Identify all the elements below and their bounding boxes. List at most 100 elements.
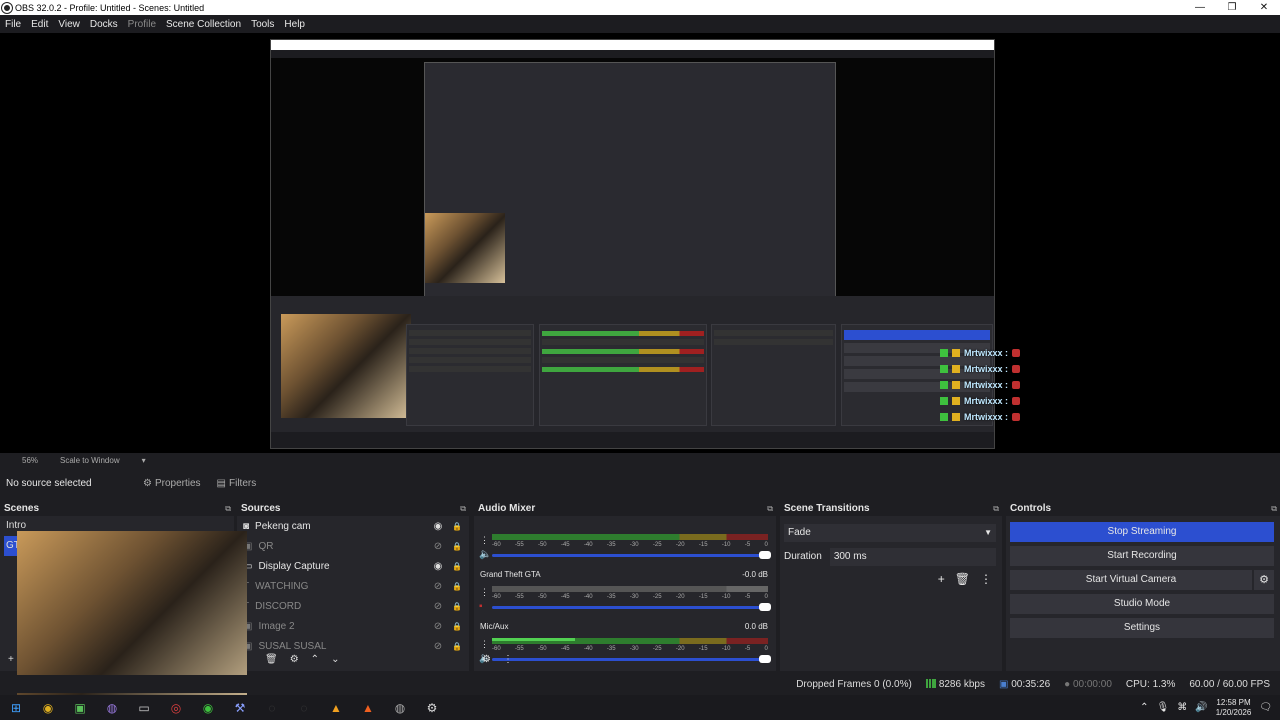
add-scene-icon[interactable]: + [8, 654, 14, 665]
app-icon[interactable]: ◌ [288, 695, 320, 720]
menu-profile[interactable]: Profile [123, 19, 161, 30]
brave-icon[interactable]: ▲ [352, 695, 384, 720]
remove-transition-icon[interactable]: 🗑 [955, 572, 970, 586]
source-item[interactable]: ◙ Pekeng cam ◉ 🔒 [237, 516, 469, 536]
source-item[interactable]: ▣ QR ⊘ 🔒 [237, 536, 469, 556]
menu-scene-collection[interactable]: Scene Collection [161, 19, 246, 30]
lock-icon[interactable]: 🔒 [450, 622, 464, 631]
source-item[interactable]: TWATCHING⊘🔒 [237, 576, 469, 596]
dropped-frames: Dropped Frames 0 (0.0%) [796, 678, 912, 690]
app-icon[interactable]: ◌ [256, 695, 288, 720]
menu-file[interactable]: File [0, 19, 26, 30]
add-transition-icon[interactable]: + [938, 572, 945, 586]
vlc-icon[interactable]: ▲ [320, 695, 352, 720]
remove-source-icon[interactable]: 🗑 [265, 654, 278, 665]
volume-slider[interactable] [492, 655, 771, 663]
channel-menu-icon[interactable]: ⋮ [480, 587, 489, 598]
spotify-icon[interactable]: ◉ [192, 695, 224, 720]
preview-canvas[interactable]: Mrtwixxx : Mrtwixxx : Mrtwixxx : Mrtwixx… [0, 33, 1280, 453]
filters-button[interactable]: ▤ Filters [209, 478, 265, 489]
close-button[interactable]: ✕ [1248, 2, 1280, 13]
undock-icon[interactable]: ⧉ [225, 501, 231, 516]
eye-off-icon[interactable]: ⊘ [431, 541, 445, 552]
chrome-icon[interactable]: ◉ [32, 695, 64, 720]
start-recording-button[interactable]: Start Recording [1010, 546, 1274, 566]
minimize-button[interactable]: — [1184, 2, 1216, 13]
source-properties-icon[interactable]: ⚙ [290, 654, 299, 665]
tray-chevron-icon[interactable]: ⌃ [1140, 702, 1148, 713]
mic-icon[interactable]: 🎙 [1157, 702, 1170, 713]
transition-menu-icon[interactable]: ⋮ [980, 572, 992, 586]
studio-mode-button[interactable]: Studio Mode [1010, 594, 1274, 614]
settings-button[interactable]: Settings [1010, 618, 1274, 638]
channel-menu-icon[interactable]: ⋮ [480, 639, 489, 650]
volume-icon[interactable]: 🔊 [1195, 702, 1207, 713]
menu-docks[interactable]: Docks [85, 19, 123, 30]
chevron-down-icon: ▼ [984, 528, 992, 537]
network-icon[interactable]: ⌘ [1177, 702, 1187, 713]
files-icon[interactable]: ▭ [128, 695, 160, 720]
tick-label: -20 [675, 646, 685, 652]
lock-icon[interactable]: 🔒 [450, 562, 464, 571]
speaker-icon[interactable]: 🔈 [479, 549, 491, 560]
mixer-menu-icon[interactable]: ⋮ [503, 654, 513, 665]
virtual-camera-settings-icon[interactable]: ⚙ [1254, 570, 1274, 590]
source-item[interactable]: ▭ Display Capture ◉ 🔒 [237, 556, 469, 576]
eye-off-icon[interactable]: ⊘ [431, 641, 445, 652]
zoom-level[interactable]: 56% [22, 456, 38, 465]
eye-off-icon[interactable]: ⊘ [431, 601, 445, 612]
volume-slider[interactable] [492, 551, 771, 559]
lock-icon[interactable]: 🔒 [450, 542, 464, 551]
obs-taskbar-icon[interactable]: ◎ [160, 695, 192, 720]
lock-icon[interactable]: 🔒 [450, 642, 464, 651]
app-icon[interactable]: ▣ [64, 695, 96, 720]
slider-knob[interactable] [759, 655, 771, 663]
zoom-mode[interactable]: Scale to Window [60, 456, 120, 465]
stop-streaming-button[interactable]: Stop Streaming [1010, 522, 1274, 542]
move-down-icon[interactable]: ⌄ [331, 654, 339, 665]
menu-view[interactable]: View [53, 19, 85, 30]
app-icon[interactable]: ◍ [384, 695, 416, 720]
slider-knob[interactable] [759, 551, 771, 559]
move-up-icon[interactable]: ⌃ [311, 654, 319, 665]
transition-select[interactable]: Fade ▼ [784, 524, 996, 542]
lock-icon[interactable]: 🔒 [450, 582, 464, 591]
advanced-audio-icon[interactable]: ⚙ [482, 654, 491, 665]
eye-off-icon[interactable]: ⊘ [431, 621, 445, 632]
source-label: Pekeng cam [255, 520, 311, 532]
notification-icon[interactable]: 🗨 [1259, 702, 1272, 713]
menu-help[interactable]: Help [279, 19, 310, 30]
properties-button[interactable]: ⚙ Properties [135, 478, 209, 489]
settings-taskbar-icon[interactable]: ⚙ [416, 695, 448, 720]
undock-icon[interactable]: ⧉ [460, 501, 466, 516]
eye-icon[interactable]: ◉ [431, 561, 445, 572]
eye-off-icon[interactable]: ⊘ [431, 581, 445, 592]
lock-icon[interactable]: 🔒 [450, 602, 464, 611]
muted-speaker-icon[interactable]: ▪ [479, 601, 483, 612]
tick-label: -60 [492, 594, 501, 600]
source-item[interactable]: TDISCORD⊘🔒 [237, 596, 469, 616]
tool-icon[interactable]: ⚒ [224, 695, 256, 720]
channel-menu-icon[interactable]: ⋮ [480, 535, 489, 546]
tick-label: -50 [537, 594, 547, 600]
volume-slider[interactable] [492, 603, 771, 611]
zoom-dropdown-icon[interactable]: ▾ [142, 456, 146, 465]
duration-input[interactable]: 300 ms [829, 548, 996, 566]
menu-tools[interactable]: Tools [246, 19, 279, 30]
sources-dock: Sources ⧉ ◙ Pekeng cam ◉ 🔒 ▣ QR ⊘ 🔒 ▭ Display Capt… [237, 501, 469, 671]
undock-icon[interactable]: ⧉ [1271, 501, 1277, 516]
tick-label: -40 [583, 542, 593, 548]
discord-icon[interactable]: ◍ [96, 695, 128, 720]
start-virtual-camera-button[interactable]: Start Virtual Camera [1010, 570, 1252, 590]
no-source-label: No source selected [6, 477, 92, 489]
slider-knob[interactable] [759, 603, 771, 611]
source-item[interactable]: ▣ Image 2 ⊘ 🔒 [237, 616, 469, 636]
start-icon[interactable]: ⊞ [0, 695, 32, 720]
undock-icon[interactable]: ⧉ [767, 501, 773, 516]
undock-icon[interactable]: ⧉ [993, 501, 999, 516]
eye-icon[interactable]: ◉ [431, 521, 445, 532]
menu-edit[interactable]: Edit [26, 19, 53, 30]
maximize-button[interactable]: ❐ [1216, 2, 1248, 13]
lock-icon[interactable]: 🔒 [450, 522, 464, 531]
clock[interactable]: 12:58 PM 1/20/2026 [1216, 698, 1252, 718]
